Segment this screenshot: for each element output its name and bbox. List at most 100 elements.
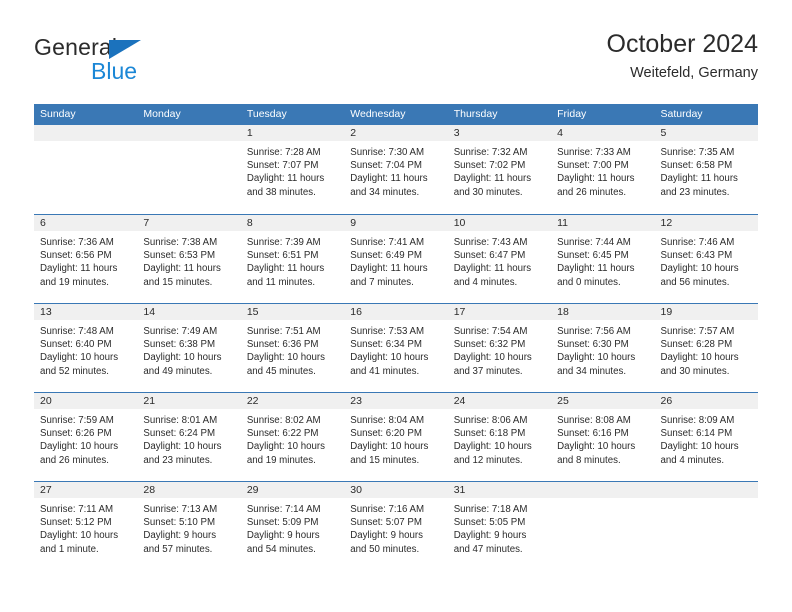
day-detail-line: Sunrise: 7:33 AM: [557, 147, 631, 158]
day-cell-31[interactable]: 31 Sunrise: 7:18 AM Sunset: 5:05 PM Dayligh…: [447, 482, 552, 570]
day-number: 19: [660, 306, 673, 318]
day-number-band: 18: [551, 304, 655, 320]
day-cell-17[interactable]: 17 Sunrise: 7:54 AM Sunset: 6:32 PM Dayligh…: [447, 304, 552, 392]
day-cell-16[interactable]: 16 Sunrise: 7:53 AM Sunset: 6:34 PM Dayligh…: [344, 304, 448, 392]
day-detail-line: Daylight: 11 hours: [246, 173, 325, 185]
day-detail-line: Sunset: 6:32 PM: [453, 339, 526, 351]
day-detail-line: and 15 minutes.: [350, 454, 420, 466]
weekday-header-monday: Monday: [143, 108, 181, 120]
calendar-grid: Sunday Monday Tuesday Wednesday Thursday Frid…: [34, 104, 758, 570]
day-cell-23[interactable]: 23 Sunrise: 8:04 AM Sunset: 6:20 PM Dayligh…: [344, 393, 448, 481]
day-cell-2[interactable]: 2 Sunrise: 7:30 AM Sunset: 7:04 PM Daylight…: [344, 125, 448, 214]
day-number-band: 23: [344, 393, 448, 409]
day-cell-25[interactable]: 25 Sunrise: 8:08 AM Sunset: 6:16 PM Dayligh…: [551, 393, 655, 481]
day-detail-line: Sunset: 7:00 PM: [557, 160, 629, 172]
day-cell-15[interactable]: 15 Sunrise: 7:51 AM Sunset: 6:36 PM Dayligh…: [240, 304, 345, 392]
day-detail-line: Daylight: 11 hours: [350, 263, 428, 275]
day-cell-28[interactable]: 28 Sunrise: 7:13 AM Sunset: 5:10 PM Dayligh…: [137, 482, 241, 570]
day-cell-5[interactable]: 5 Sunrise: 7:35 AM Sunset: 6:58 PM Daylight…: [654, 125, 758, 214]
day-detail-line: Sunset: 6:43 PM: [660, 250, 733, 262]
day-cell-19[interactable]: 19 Sunrise: 7:57 AM Sunset: 6:28 PM Dayligh…: [654, 304, 758, 392]
weekday-header-friday: Friday: [557, 108, 587, 120]
day-cell-26[interactable]: 26 Sunrise: 8:09 AM Sunset: 6:14 PM Dayligh…: [654, 393, 758, 481]
day-detail-line: and 19 minutes.: [40, 276, 109, 288]
day-detail-line: Sunset: 7:07 PM: [246, 160, 319, 172]
day-details: Sunrise: 8:01 AM Sunset: 6:24 PM Daylight:…: [137, 409, 240, 467]
day-detail-line: Sunset: 6:14 PM: [660, 428, 733, 440]
day-detail-line: Sunset: 5:10 PM: [143, 517, 216, 529]
day-cell-22[interactable]: 22 Sunrise: 8:02 AM Sunset: 6:22 PM Dayligh…: [240, 393, 345, 481]
general-blue-logo: General Blue: [34, 34, 264, 90]
day-detail-line: Sunset: 6:34 PM: [350, 339, 422, 351]
day-number: 8: [246, 217, 253, 229]
day-detail-line: Sunrise: 7:51 AM: [246, 326, 321, 337]
day-number-band: 31: [447, 482, 552, 498]
day-detail-line: and 38 minutes.: [246, 186, 316, 198]
day-details: Sunrise: 7:57 AM Sunset: 6:28 PM Daylight:…: [655, 320, 758, 378]
day-detail-line: Sunrise: 8:06 AM: [453, 415, 528, 426]
day-number: 17: [453, 306, 466, 318]
day-details: [655, 498, 758, 503]
day-number: 11: [557, 217, 569, 229]
day-number-band: 14: [137, 304, 241, 320]
day-detail-line: Daylight: 10 hours: [246, 352, 325, 364]
day-detail-line: Daylight: 10 hours: [660, 441, 739, 453]
day-cell-21[interactable]: 21 Sunrise: 8:01 AM Sunset: 6:24 PM Dayligh…: [137, 393, 241, 481]
day-detail-line: Daylight: 10 hours: [246, 441, 325, 453]
day-number-band: 17: [447, 304, 552, 320]
day-cell-24[interactable]: 24 Sunrise: 8:06 AM Sunset: 6:18 PM Dayligh…: [447, 393, 552, 481]
day-detail-line: Daylight: 10 hours: [350, 352, 429, 364]
day-cell-20[interactable]: 20 Sunrise: 7:59 AM Sunset: 6:26 PM Dayligh…: [34, 393, 138, 481]
page-subtitle: Weitefeld, Germany: [630, 65, 758, 81]
day-detail-line: Daylight: 10 hours: [40, 530, 119, 542]
day-detail-line: Sunset: 5:07 PM: [350, 517, 422, 529]
weekday-header-row: Sunday Monday Tuesday Wednesday Thursday Frid…: [34, 104, 758, 125]
day-number-band: [34, 125, 138, 141]
day-detail-line: and 49 minutes.: [143, 365, 213, 377]
calendar-page: General Blue October 2024 Weitefeld, Ger…: [0, 0, 792, 612]
day-number-band: 6: [34, 215, 138, 231]
day-detail-line: and 26 minutes.: [40, 454, 109, 466]
day-cell-14[interactable]: 14 Sunrise: 7:49 AM Sunset: 6:38 PM Dayligh…: [137, 304, 241, 392]
day-number: 4: [557, 127, 563, 139]
day-detail-line: and 50 minutes.: [350, 543, 420, 555]
day-details: Sunrise: 7:51 AM Sunset: 6:36 PM Daylight:…: [241, 320, 344, 378]
day-detail-line: Daylight: 10 hours: [350, 441, 429, 453]
day-cell-18[interactable]: 18 Sunrise: 7:56 AM Sunset: 6:30 PM Dayligh…: [551, 304, 655, 392]
day-detail-line: Sunrise: 7:43 AM: [453, 237, 528, 248]
weekday-header-tuesday: Tuesday: [246, 108, 287, 120]
day-details: [551, 498, 654, 503]
day-cell-11[interactable]: 11 Sunrise: 7:44 AM Sunset: 6:45 PM Dayligh…: [551, 215, 655, 303]
day-detail-line: Sunrise: 7:48 AM: [40, 326, 114, 337]
page-title: October 2024: [606, 30, 759, 58]
day-cell-9[interactable]: 9 Sunrise: 7:41 AM Sunset: 6:49 PM Daylight…: [344, 215, 448, 303]
day-detail-line: Daylight: 10 hours: [660, 352, 739, 364]
day-number-band: 4: [551, 125, 655, 141]
logo-triangle-icon: [109, 40, 141, 59]
day-number-band: 5: [654, 125, 758, 141]
day-cell-empty: [137, 125, 241, 214]
day-number-band: 28: [137, 482, 241, 498]
day-detail-line: Sunset: 6:28 PM: [660, 339, 733, 351]
day-cell-7[interactable]: 7 Sunrise: 7:38 AM Sunset: 6:53 PM Daylight…: [137, 215, 241, 303]
day-cell-1[interactable]: 1 Sunrise: 7:28 AM Sunset: 7:07 PM Daylight…: [240, 125, 345, 214]
day-detail-line: and 23 minutes.: [660, 186, 730, 198]
day-number-band: 26: [654, 393, 758, 409]
day-cell-29[interactable]: 29 Sunrise: 7:14 AM Sunset: 5:09 PM Dayligh…: [240, 482, 345, 570]
day-number-band: 15: [240, 304, 345, 320]
day-detail-line: Sunrise: 7:39 AM: [246, 237, 321, 248]
day-detail-line: and 12 minutes.: [453, 454, 523, 466]
day-cell-13[interactable]: 13 Sunrise: 7:48 AM Sunset: 6:40 PM Dayligh…: [34, 304, 138, 392]
day-cell-27[interactable]: 27 Sunrise: 7:11 AM Sunset: 5:12 PM Dayligh…: [34, 482, 138, 570]
day-cell-30[interactable]: 30 Sunrise: 7:16 AM Sunset: 5:07 PM Dayligh…: [344, 482, 448, 570]
day-number: 5: [660, 127, 667, 139]
day-cell-8[interactable]: 8 Sunrise: 7:39 AM Sunset: 6:51 PM Daylight…: [240, 215, 345, 303]
day-cell-12[interactable]: 12 Sunrise: 7:46 AM Sunset: 6:43 PM Dayligh…: [654, 215, 758, 303]
day-detail-line: Sunrise: 7:53 AM: [350, 326, 425, 337]
day-detail-line: Sunrise: 7:11 AM: [40, 504, 114, 515]
day-cell-6[interactable]: 6 Sunrise: 7:36 AM Sunset: 6:56 PM Daylight…: [34, 215, 138, 303]
day-cell-10[interactable]: 10 Sunrise: 7:43 AM Sunset: 6:47 PM Dayligh…: [447, 215, 552, 303]
day-detail-line: Sunset: 6:45 PM: [557, 250, 629, 262]
day-cell-4[interactable]: 4 Sunrise: 7:33 AM Sunset: 7:00 PM Daylight…: [551, 125, 655, 214]
day-cell-3[interactable]: 3 Sunrise: 7:32 AM Sunset: 7:02 PM Daylight…: [447, 125, 552, 214]
